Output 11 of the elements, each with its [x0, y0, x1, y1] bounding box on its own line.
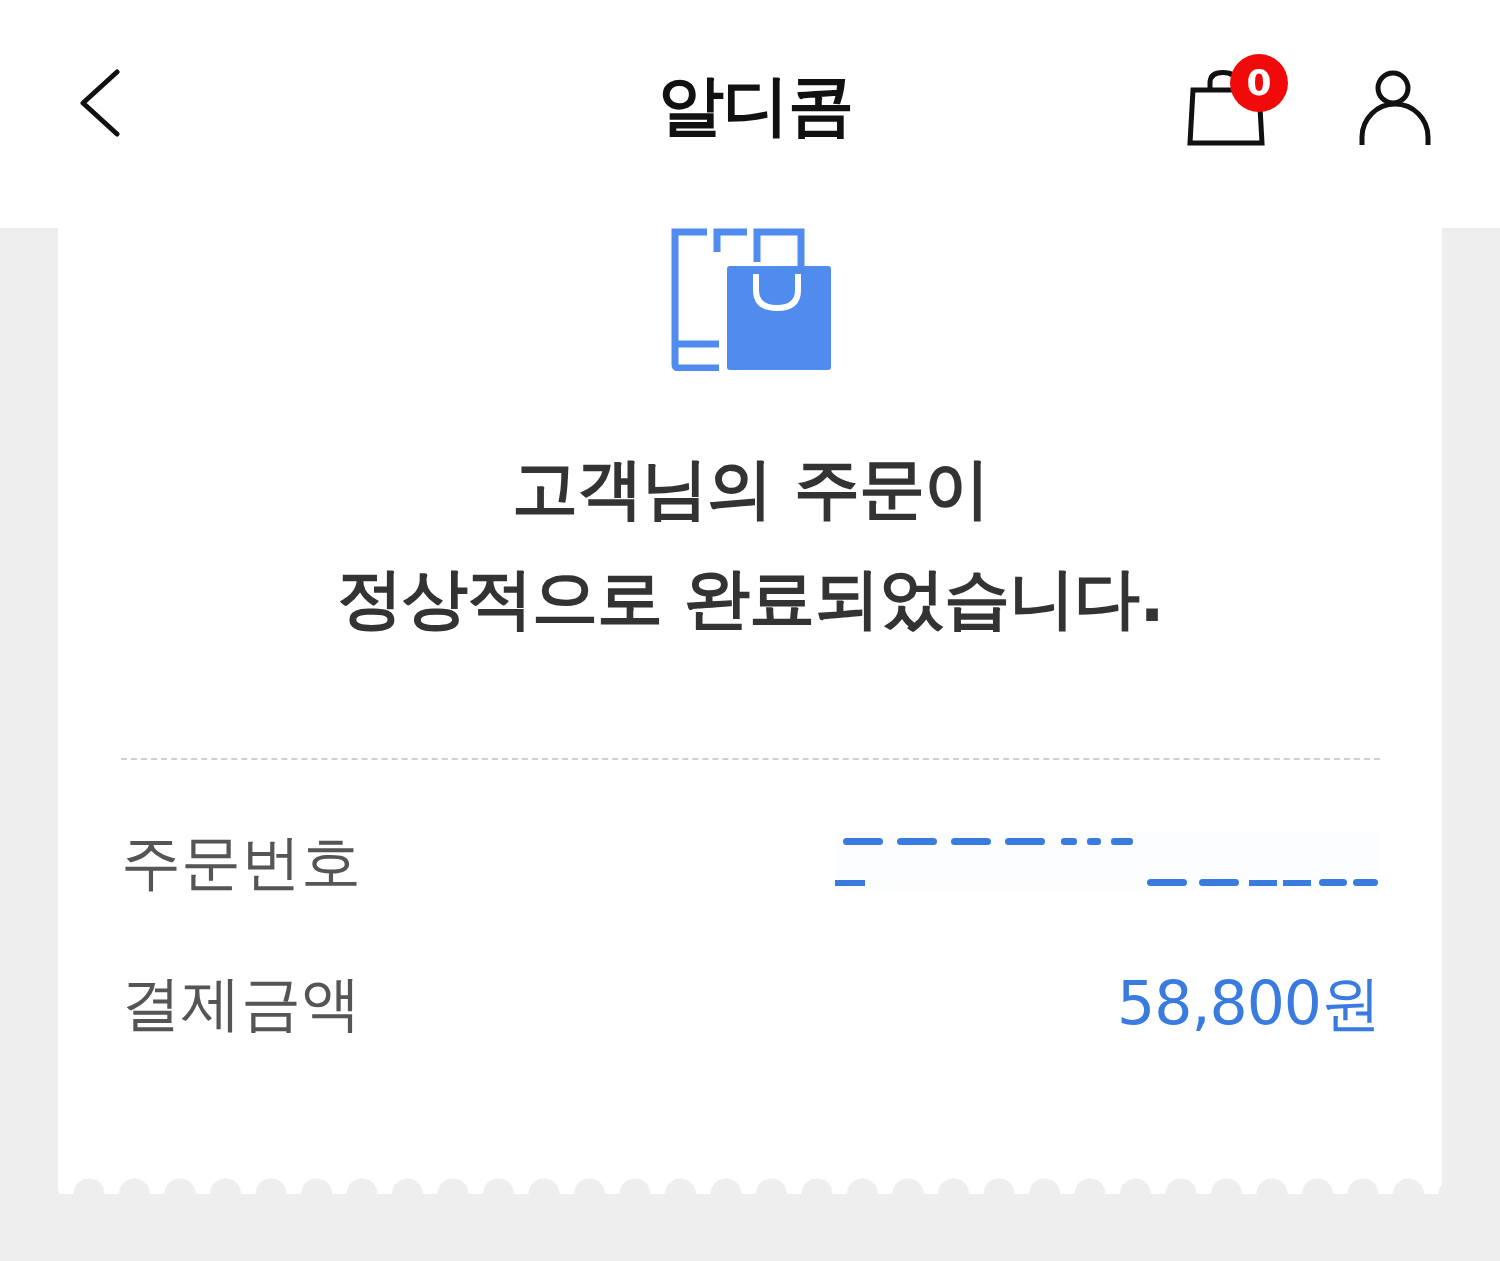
detail-label: 주문번호 [121, 826, 361, 899]
cart-button[interactable]: 0 [1187, 52, 1288, 146]
app-title: 알디콤 [657, 66, 853, 146]
order-complete-message: 고객님의 주문이 정상적으로 완료되었습니다. [337, 449, 1164, 639]
detail-label: 결제금액 [121, 967, 361, 1040]
detail-value: 58,800원 [1117, 967, 1380, 1040]
back-chevron-icon [80, 69, 120, 137]
account-button[interactable] [1358, 70, 1432, 146]
cart-count-badge: 0 [1230, 54, 1288, 112]
back-button[interactable] [78, 67, 122, 139]
person-icon [1358, 70, 1432, 146]
